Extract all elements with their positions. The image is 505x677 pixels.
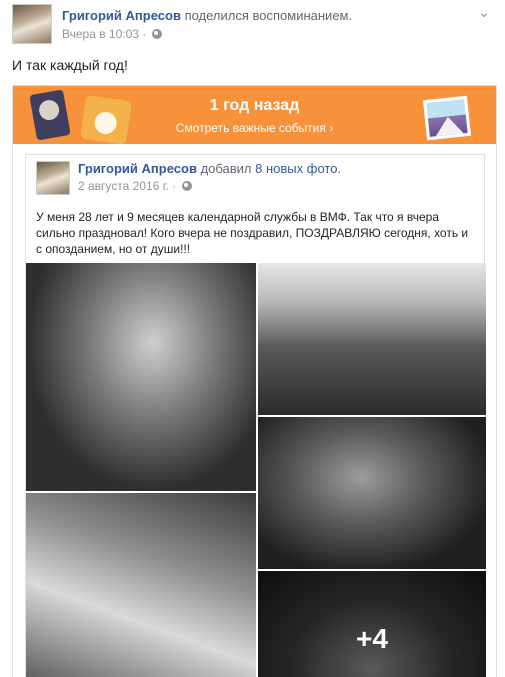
shared-post: Григорий Апресов добавил 8 новых фото. 2…: [25, 154, 486, 677]
chevron-down-icon[interactable]: ⌄: [475, 4, 493, 20]
globe-icon: [151, 29, 162, 39]
shared-action-suffix: .: [337, 161, 342, 176]
post-header: Григорий Апресов поделился воспоминанием…: [12, 4, 493, 46]
photo-three-sailors[interactable]: [258, 263, 486, 415]
shared-author-line: Григорий Апресов добавил 8 новых фото.: [78, 161, 341, 176]
memory-title: 1 год назад: [209, 97, 300, 114]
memory-card: 1 год назад Смотреть важные события › Гр…: [12, 85, 497, 677]
shared-author-name-link[interactable]: Григорий Апресов: [78, 161, 197, 176]
shared-post-text: У меня 28 лет и 9 месяцев календарной сл…: [36, 210, 469, 256]
post-timestamp[interactable]: Вчера в 10:03: [62, 27, 139, 41]
photo-runners[interactable]: [26, 493, 256, 677]
author-name-link[interactable]: Григорий Апресов: [62, 8, 181, 23]
photo-diver-more[interactable]: +4: [258, 571, 486, 677]
shared-post-date[interactable]: 2 августа 2016 г.: [78, 179, 169, 193]
post-action-text: поделился воспоминанием.: [184, 8, 353, 23]
photo-man-in-helmet[interactable]: [258, 417, 486, 569]
memory-banner[interactable]: 1 год назад Смотреть важные события ›: [13, 86, 496, 144]
post-message: И так каждый год!: [12, 57, 128, 73]
author-avatar[interactable]: [12, 4, 52, 44]
shared-post-meta: 2 августа 2016 г. ·: [78, 179, 192, 193]
meta-separator: ·: [142, 27, 147, 41]
see-memories-link[interactable]: Смотреть важные события ›: [13, 121, 496, 135]
more-photos-count: +4: [356, 623, 388, 654]
post-meta: Вчера в 10:03 ·: [62, 27, 162, 41]
shared-post-header: Григорий Апресов добавил 8 новых фото. 2…: [36, 161, 476, 201]
new-photos-link[interactable]: 8 новых фото: [255, 161, 337, 176]
author-line: Григорий Апресов поделился воспоминанием…: [62, 8, 352, 23]
shared-author-avatar[interactable]: [36, 161, 70, 195]
shared-action-prefix: добавил: [200, 161, 252, 176]
photo-sailor-reading[interactable]: [26, 263, 256, 491]
shared-meta-separator: ·: [172, 179, 177, 193]
globe-icon: [181, 181, 192, 191]
